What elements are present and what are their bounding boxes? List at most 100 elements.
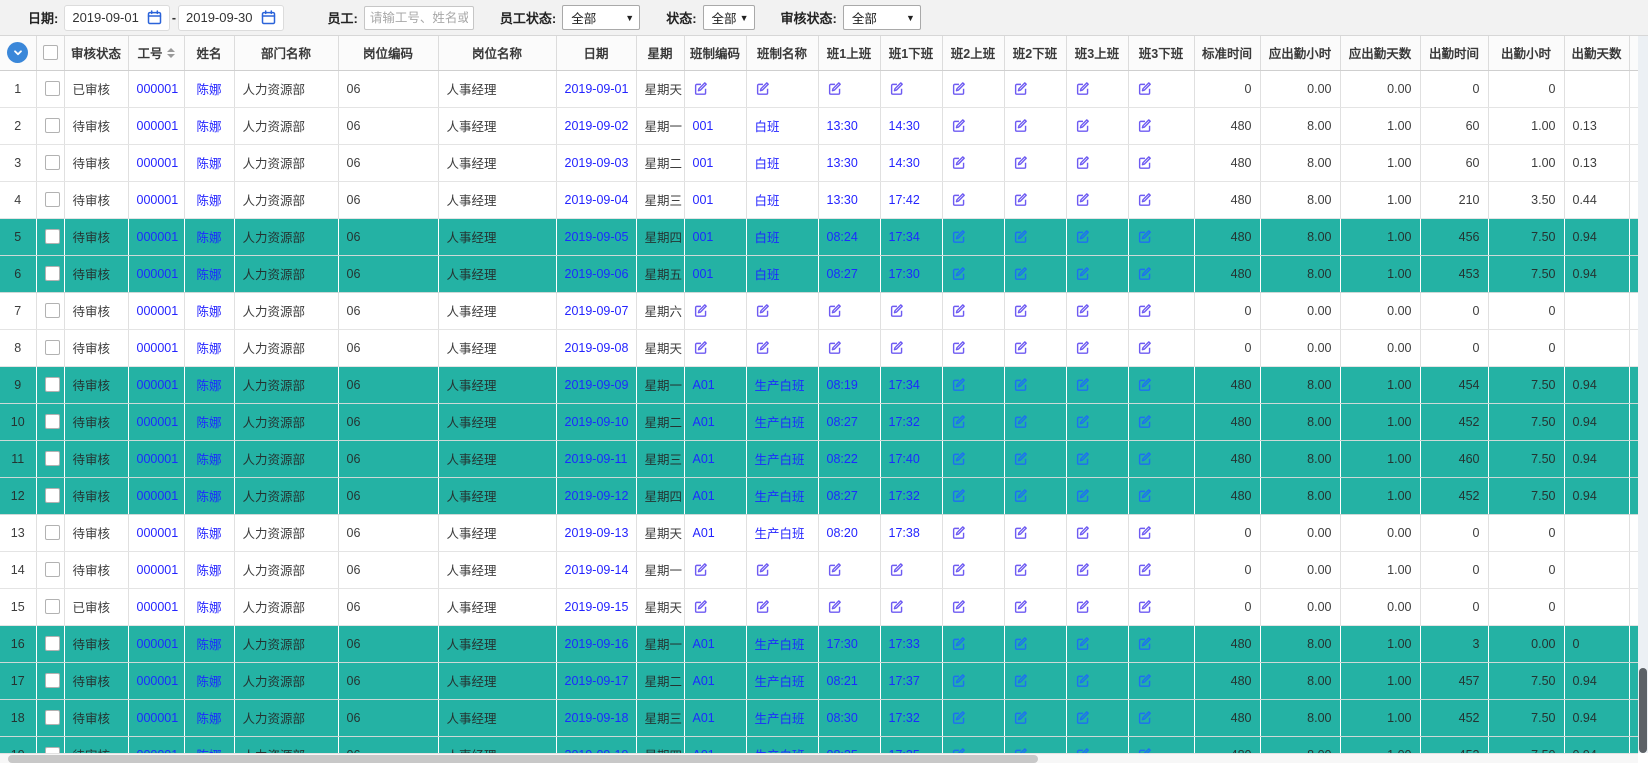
cell-link-name[interactable]: 陈娜 (196, 490, 221, 504)
edit-icon[interactable] (1075, 192, 1090, 207)
cell-link-emp_no[interactable]: 000001 (137, 267, 179, 281)
cell-link-shift_code[interactable]: A01 (693, 415, 715, 429)
edit-icon[interactable] (951, 451, 966, 466)
cell-link-b1_out[interactable]: 17:30 (889, 267, 920, 281)
row-checkbox[interactable] (45, 414, 60, 429)
status-select[interactable]: 全部 ▼ (703, 5, 755, 30)
row-checkbox[interactable] (45, 229, 60, 244)
calendar-icon[interactable] (147, 10, 162, 25)
cell-link-b1_out[interactable]: 17:34 (889, 378, 920, 392)
cell-link-emp_no[interactable]: 000001 (137, 82, 179, 96)
cell-link-shift_code[interactable]: A01 (693, 674, 715, 688)
row-checkbox[interactable] (45, 377, 60, 392)
cell-link-date[interactable]: 2019-09-03 (565, 156, 629, 170)
col-header-emp_no[interactable]: 工号 (128, 36, 184, 70)
row-checkbox[interactable] (45, 118, 60, 133)
cell-link-emp_no[interactable]: 000001 (137, 637, 179, 651)
cell-link-name[interactable]: 陈娜 (196, 601, 221, 615)
edit-icon[interactable] (1075, 451, 1090, 466)
cell-link-shift_name[interactable]: 白班 (755, 268, 780, 282)
edit-icon[interactable] (951, 488, 966, 503)
edit-icon[interactable] (827, 81, 842, 96)
cell-link-b1_in[interactable]: 08:22 (827, 452, 858, 466)
cell-link-name[interactable]: 陈娜 (196, 416, 221, 430)
cell-link-emp_no[interactable]: 000001 (137, 156, 179, 170)
edit-icon[interactable] (1075, 303, 1090, 318)
row-checkbox[interactable] (45, 673, 60, 688)
row-checkbox[interactable] (45, 525, 60, 540)
cell-link-name[interactable]: 陈娜 (196, 83, 221, 97)
row-checkbox[interactable] (45, 303, 60, 318)
edit-icon[interactable] (889, 562, 904, 577)
edit-icon[interactable] (755, 303, 770, 318)
cell-link-b1_in[interactable]: 08:19 (827, 378, 858, 392)
cell-link-date[interactable]: 2019-09-09 (565, 378, 629, 392)
edit-icon[interactable] (1013, 192, 1028, 207)
edit-icon[interactable] (827, 303, 842, 318)
edit-icon[interactable] (693, 562, 708, 577)
edit-icon[interactable] (1075, 414, 1090, 429)
cell-link-shift_code[interactable]: A01 (693, 526, 715, 540)
row-checkbox[interactable] (45, 599, 60, 614)
edit-icon[interactable] (1075, 377, 1090, 392)
cell-link-name[interactable]: 陈娜 (196, 564, 221, 578)
row-checkbox[interactable] (45, 340, 60, 355)
edit-icon[interactable] (1013, 81, 1028, 96)
employee-status-select[interactable]: 全部 ▼ (562, 5, 640, 30)
edit-icon[interactable] (693, 303, 708, 318)
cell-link-emp_no[interactable]: 000001 (137, 341, 179, 355)
cell-link-emp_no[interactable]: 000001 (137, 304, 179, 318)
cell-link-date[interactable]: 2019-09-12 (565, 489, 629, 503)
cell-link-emp_no[interactable]: 000001 (137, 600, 179, 614)
cell-link-shift_code[interactable]: 001 (693, 193, 714, 207)
cell-link-emp_no[interactable]: 000001 (137, 378, 179, 392)
edit-icon[interactable] (1013, 377, 1028, 392)
edit-icon[interactable] (1013, 710, 1028, 725)
edit-icon[interactable] (951, 192, 966, 207)
cell-link-date[interactable]: 2019-09-04 (565, 193, 629, 207)
cell-link-name[interactable]: 陈娜 (196, 675, 221, 689)
edit-icon[interactable] (1013, 673, 1028, 688)
cell-link-b1_out[interactable]: 17:38 (889, 526, 920, 540)
cell-link-b1_out[interactable]: 17:34 (889, 230, 920, 244)
row-checkbox[interactable] (45, 562, 60, 577)
cell-link-name[interactable]: 陈娜 (196, 305, 221, 319)
edit-icon[interactable] (1137, 599, 1152, 614)
cell-link-shift_code[interactable]: A01 (693, 637, 715, 651)
cell-link-b1_in[interactable]: 08:30 (827, 711, 858, 725)
cell-link-date[interactable]: 2019-09-02 (565, 119, 629, 133)
cell-link-shift_name[interactable]: 白班 (755, 120, 780, 134)
cell-link-date[interactable]: 2019-09-18 (565, 711, 629, 725)
edit-icon[interactable] (951, 599, 966, 614)
cell-link-b1_out[interactable]: 17:40 (889, 452, 920, 466)
cell-link-shift_name[interactable]: 生产白班 (755, 453, 805, 467)
cell-link-b1_out[interactable]: 17:32 (889, 711, 920, 725)
cell-link-date[interactable]: 2019-09-07 (565, 304, 629, 318)
cell-link-emp_no[interactable]: 000001 (137, 230, 179, 244)
cell-link-date[interactable]: 2019-09-11 (565, 452, 628, 466)
edit-icon[interactable] (1013, 266, 1028, 281)
cell-link-emp_no[interactable]: 000001 (137, 526, 179, 540)
edit-icon[interactable] (1137, 562, 1152, 577)
cell-link-name[interactable]: 陈娜 (196, 120, 221, 134)
cell-link-emp_no[interactable]: 000001 (137, 193, 179, 207)
vertical-scrollbar-thumb[interactable] (1639, 668, 1647, 753)
cell-link-name[interactable]: 陈娜 (196, 453, 221, 467)
edit-icon[interactable] (1137, 340, 1152, 355)
edit-icon[interactable] (1075, 118, 1090, 133)
edit-icon[interactable] (1137, 155, 1152, 170)
edit-icon[interactable] (1137, 673, 1152, 688)
edit-icon[interactable] (1013, 118, 1028, 133)
edit-icon[interactable] (1137, 303, 1152, 318)
cell-link-shift_name[interactable]: 白班 (755, 231, 780, 245)
edit-icon[interactable] (1013, 414, 1028, 429)
row-checkbox[interactable] (45, 636, 60, 651)
cell-link-b1_out[interactable]: 17:32 (889, 415, 920, 429)
edit-icon[interactable] (1075, 636, 1090, 651)
cell-link-date[interactable]: 2019-09-10 (565, 415, 629, 429)
date-to-input[interactable]: 2019-09-30 (178, 5, 284, 31)
cell-link-b1_in[interactable]: 08:27 (827, 489, 858, 503)
cell-link-shift_name[interactable]: 生产白班 (755, 527, 805, 541)
edit-icon[interactable] (1137, 81, 1152, 96)
edit-icon[interactable] (889, 599, 904, 614)
